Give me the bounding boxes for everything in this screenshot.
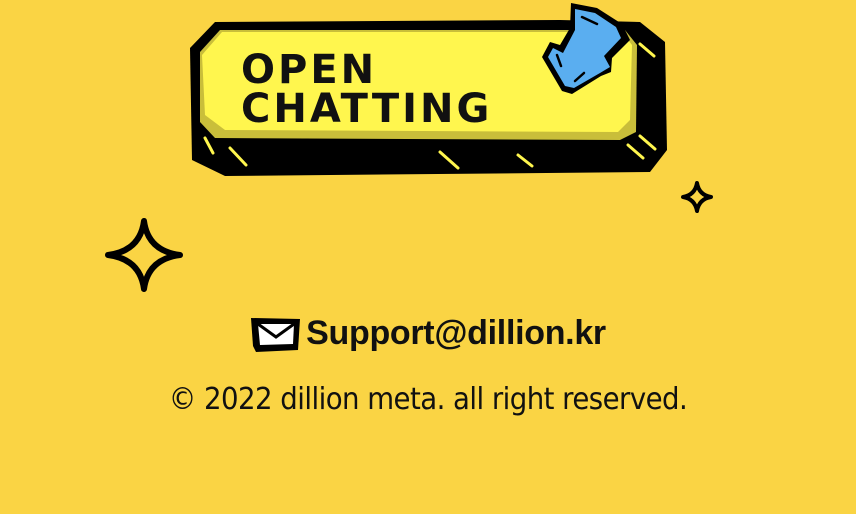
open-chatting-button[interactable]: OPEN CHATTING (180, 0, 680, 190)
copyright-text: © 2022 dillion meta. all right reserved. (168, 382, 688, 417)
support-email-link[interactable]: Support@dillion.kr (306, 314, 606, 353)
support-email-row: Support@dillion.kr (0, 314, 856, 353)
button-label-line2: CHATTING (241, 86, 492, 132)
envelope-icon (251, 317, 301, 352)
small-sparkle-icon (681, 181, 713, 213)
sparkle-icon (105, 218, 183, 292)
